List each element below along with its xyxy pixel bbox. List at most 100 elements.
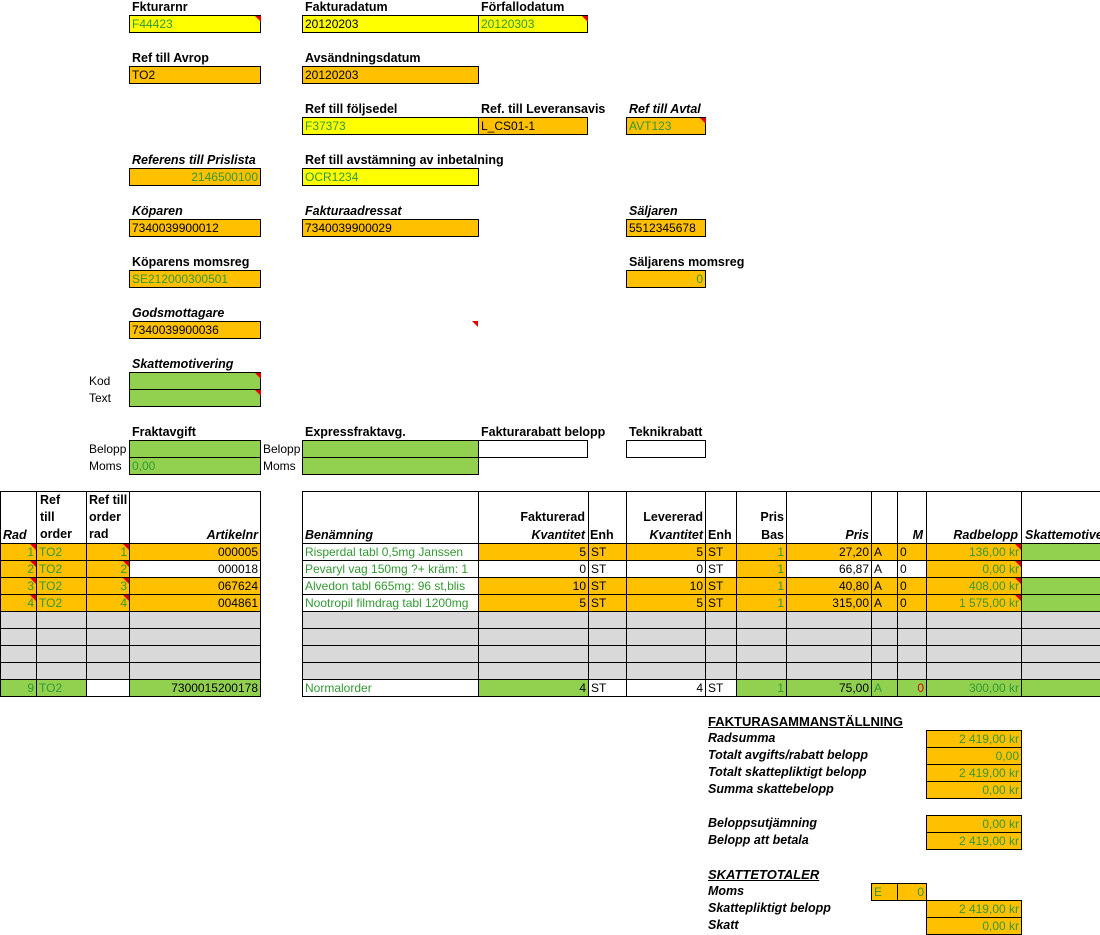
cell-fakturerad-kvantitet[interactable]: 5 — [478, 594, 589, 612]
cell-pris-bas[interactable]: 1 — [736, 560, 787, 578]
empty-cell[interactable] — [626, 662, 706, 680]
cell-pris[interactable]: 27,20 — [786, 543, 872, 561]
empty-cell[interactable] — [926, 611, 1022, 629]
ref-prislista-field[interactable]: 2146500100 — [129, 168, 261, 186]
cell-enh-1[interactable]: ST — [588, 577, 627, 595]
avsandningsdatum-field[interactable]: 20120203 — [302, 66, 479, 84]
cell-enh-2[interactable]: ST — [705, 543, 737, 561]
empty-cell[interactable] — [897, 645, 927, 663]
cell-pris-extra[interactable]: 75,00 — [786, 679, 872, 697]
fakturanr-field[interactable]: F44423 — [129, 15, 261, 33]
cell-levererad-kvantitet[interactable]: 10 — [626, 577, 706, 595]
frakt-moms-field[interactable]: 0,00 — [129, 457, 261, 475]
cell-skattemotivering[interactable] — [1021, 543, 1100, 561]
cell-ref-order-rad-extra[interactable] — [86, 679, 130, 697]
fakturaadressat-field[interactable]: 7340039900029 — [302, 219, 479, 237]
cell-fakturerad-kvantitet[interactable]: 0 — [478, 560, 589, 578]
cell-levererad-kvantitet-extra[interactable]: 4 — [626, 679, 706, 697]
cell-rad-extra[interactable]: 9 — [0, 679, 37, 697]
empty-cell[interactable] — [926, 628, 1022, 646]
teknikrabatt-field[interactable] — [626, 440, 706, 458]
moms-code[interactable]: E — [871, 883, 898, 901]
empty-cell[interactable] — [1021, 628, 1100, 646]
cell-fakturerad-kvantitet[interactable]: 5 — [478, 543, 589, 561]
saljaren-field[interactable]: 5512345678 — [626, 219, 706, 237]
empty-cell[interactable] — [736, 611, 787, 629]
cell-benamning[interactable]: Nootropil filmdrag tabl 1200mg — [302, 594, 479, 612]
att-betala-value[interactable]: 2 419,00 kr — [926, 832, 1022, 850]
cell-enh-1[interactable]: ST — [588, 560, 627, 578]
empty-cell[interactable] — [705, 611, 737, 629]
empty-cell[interactable] — [0, 645, 37, 663]
empty-cell[interactable] — [871, 611, 898, 629]
empty-cell[interactable] — [626, 645, 706, 663]
skattepliktigt-value[interactable]: 2 419,00 kr — [926, 764, 1022, 782]
empty-cell[interactable] — [588, 662, 627, 680]
empty-cell[interactable] — [0, 611, 37, 629]
empty-cell[interactable] — [129, 645, 261, 663]
empty-cell[interactable] — [871, 662, 898, 680]
cell-levererad-kvantitet[interactable]: 0 — [626, 560, 706, 578]
empty-cell[interactable] — [302, 611, 479, 629]
moms-value[interactable]: 0 — [897, 883, 927, 901]
utjamning-value[interactable]: 0,00 kr — [926, 815, 1022, 833]
empty-cell[interactable] — [478, 611, 589, 629]
empty-cell[interactable] — [705, 645, 737, 663]
cell-pris-bas[interactable]: 1 — [736, 577, 787, 595]
cell-a[interactable]: A — [871, 594, 898, 612]
ref-avrop-field[interactable]: TO2 — [129, 66, 261, 84]
empty-cell[interactable] — [129, 628, 261, 646]
empty-cell[interactable] — [1021, 662, 1100, 680]
cell-benamning[interactable]: Alvedon tabl 665mg: 96 st,blis — [302, 577, 479, 595]
empty-cell[interactable] — [705, 662, 737, 680]
cell-pris[interactable]: 40,80 — [786, 577, 872, 595]
ref-avstamning-field[interactable]: OCR1234 — [302, 168, 479, 186]
fakturarabatt-field[interactable] — [478, 440, 588, 458]
cell-ref-order[interactable]: TO2 — [36, 543, 87, 561]
ref-leveransavis-field[interactable]: L_CS01-1 — [478, 117, 588, 135]
ref-foljsedel-field[interactable]: F37373 — [302, 117, 479, 135]
empty-cell[interactable] — [786, 611, 872, 629]
cell-pris-bas[interactable]: 1 — [736, 543, 787, 561]
cell-enh-2[interactable]: ST — [705, 594, 737, 612]
ref-avtal-field[interactable]: AVT123 — [626, 117, 706, 135]
empty-cell[interactable] — [0, 628, 37, 646]
empty-cell[interactable] — [897, 628, 927, 646]
express-moms-field[interactable] — [302, 457, 479, 475]
cell-m[interactable]: 0 — [897, 543, 927, 561]
saljarens-momsreg-field[interactable]: 0 — [626, 270, 706, 288]
empty-cell[interactable] — [897, 662, 927, 680]
empty-cell[interactable] — [478, 662, 589, 680]
empty-cell[interactable] — [705, 628, 737, 646]
empty-cell[interactable] — [86, 662, 130, 680]
cell-enh-1-extra[interactable]: ST — [588, 679, 627, 697]
cell-radbelopp-extra[interactable]: 300,00 kr — [926, 679, 1022, 697]
cell-radbelopp[interactable]: 0,00 kr — [926, 560, 1022, 578]
cell-enh-2[interactable]: ST — [705, 560, 737, 578]
kod-field[interactable] — [129, 372, 261, 390]
cell-fakturerad-kvantitet[interactable]: 10 — [478, 577, 589, 595]
cell-m[interactable]: 0 — [897, 577, 927, 595]
cell-benamning-extra[interactable]: Normalorder — [302, 679, 479, 697]
cell-artikelnr[interactable]: 000018 — [129, 560, 261, 578]
empty-cell[interactable] — [302, 628, 479, 646]
empty-cell[interactable] — [626, 628, 706, 646]
empty-cell[interactable] — [302, 662, 479, 680]
cell-enh-1[interactable]: ST — [588, 543, 627, 561]
cell-radbelopp[interactable]: 408,00 kr — [926, 577, 1022, 595]
empty-cell[interactable] — [36, 645, 87, 663]
empty-cell[interactable] — [478, 628, 589, 646]
cell-skattemotivering[interactable] — [1021, 594, 1100, 612]
empty-cell[interactable] — [86, 611, 130, 629]
fakturadatum-field[interactable]: 20120203 — [302, 15, 479, 33]
cell-skattemotivering-extra[interactable] — [1021, 679, 1100, 697]
empty-cell[interactable] — [588, 645, 627, 663]
empty-cell[interactable] — [129, 662, 261, 680]
cell-ref-order[interactable]: TO2 — [36, 577, 87, 595]
cell-pris-bas-extra[interactable]: 1 — [736, 679, 787, 697]
cell-a[interactable]: A — [871, 560, 898, 578]
cell-levererad-kvantitet[interactable]: 5 — [626, 594, 706, 612]
empty-cell[interactable] — [36, 628, 87, 646]
empty-cell[interactable] — [786, 645, 872, 663]
cell-a-extra[interactable]: A — [871, 679, 898, 697]
